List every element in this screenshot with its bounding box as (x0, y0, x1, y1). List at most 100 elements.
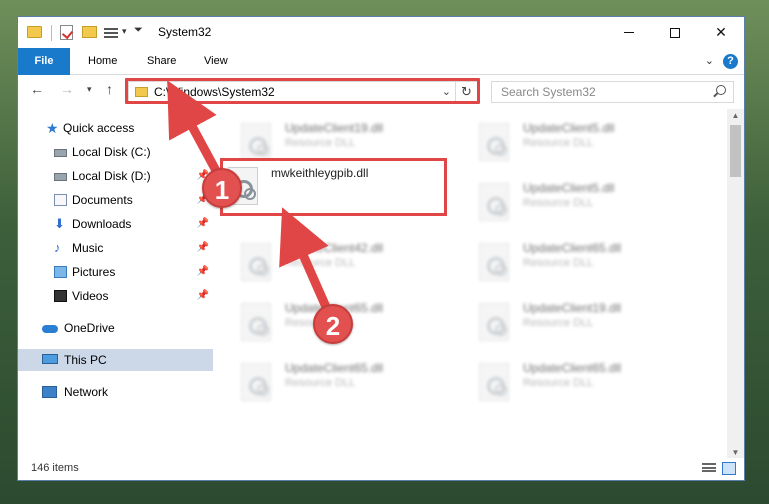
file-item[interactable]: UpdateClient5.dll Resource DLL (471, 117, 701, 169)
dll-file-icon (241, 123, 271, 161)
close-icon: ✕ (715, 24, 727, 40)
dll-file-icon (479, 183, 509, 221)
address-highlight-box (125, 78, 480, 104)
file-item[interactable]: UpdateClient65.dll Resource DLL (233, 357, 463, 409)
window-title: System32 (158, 25, 212, 39)
pin-icon[interactable]: 📌 (197, 237, 209, 259)
sidebar-item-label: Videos (72, 289, 109, 303)
file-name: mwkeithleygpib.dll (271, 166, 369, 180)
file-type: Resource DLL (523, 257, 594, 269)
file-name: UpdateClient65.dll (523, 361, 622, 375)
chevron-down-icon[interactable]: ▾ (122, 26, 127, 44)
file-name: UpdateClient5.dll (523, 181, 615, 195)
tab-view[interactable]: View (204, 48, 228, 75)
tab-file[interactable]: File (18, 48, 70, 75)
list-icon[interactable] (104, 26, 120, 38)
sidebar-item-network[interactable]: Network (18, 381, 213, 403)
file-type: Resource DLL (285, 257, 356, 269)
file-explorer-window: ▾ ⏷ System32 ✕ File Home Share View ⌄ ? … (17, 16, 745, 481)
scroll-down-icon[interactable]: ▼ (727, 448, 744, 457)
sidebar-item-label: This PC (64, 353, 107, 367)
vertical-scrollbar[interactable]: ▲ ▼ (727, 109, 744, 459)
maximize-button[interactable] (652, 17, 698, 48)
sidebar-item-label: Network (64, 385, 109, 399)
back-arrow-icon[interactable]: ← (30, 81, 44, 97)
sidebar-item-local-disk-d[interactable]: Local Disk (D:) 📌 (18, 165, 213, 187)
scroll-up-icon[interactable]: ▲ (727, 111, 744, 120)
search-placeholder: Search System32 (501, 85, 596, 99)
sidebar-item-documents[interactable]: Documents 📌 (18, 189, 213, 211)
file-type: Resource DLL (523, 377, 594, 389)
dll-file-icon (479, 123, 509, 161)
file-type: Resource DLL (523, 197, 594, 209)
sidebar-item-local-disk-c[interactable]: Local Disk (C:) (18, 141, 213, 163)
large-icons-view-icon[interactable] (722, 462, 736, 475)
sidebar-item-quick-access[interactable]: ★ Quick access (18, 117, 213, 139)
dll-file-icon (241, 363, 271, 401)
step-badge-1: 1 (202, 168, 242, 208)
tab-share[interactable]: Share (147, 48, 176, 75)
sidebar-item-onedrive[interactable]: OneDrive (18, 317, 213, 339)
expand-ribbon-icon[interactable]: ⌄ (705, 54, 714, 67)
file-type: Resource DLL (523, 317, 594, 329)
pin-icon[interactable]: 📌 (197, 261, 209, 283)
help-icon[interactable]: ? (723, 54, 738, 69)
sidebar-item-label: Music (72, 241, 104, 255)
file-name: UpdateClient65.dll (523, 241, 622, 255)
file-name: UpdateClient42.dll (285, 241, 384, 255)
recent-locations-icon[interactable]: ▾ (87, 84, 92, 95)
cloud-icon (42, 325, 58, 333)
title-bar: ▾ ⏷ System32 ✕ (18, 17, 744, 48)
file-name: UpdateClient5.dll (523, 121, 615, 135)
address-row: ← → ▾ ↑ C:\Windows\System32 ⌄ ↻ Search S… (18, 75, 744, 107)
toolbar-divider (51, 25, 52, 41)
sidebar-item-label: Local Disk (C:) (72, 145, 151, 159)
pictures-icon (54, 266, 67, 278)
maximize-icon (670, 27, 680, 38)
file-type: Resource DLL (523, 137, 594, 149)
minimize-button[interactable] (606, 17, 652, 48)
documents-icon (54, 194, 67, 206)
folder-icon[interactable] (27, 26, 42, 38)
sidebar-item-label: Downloads (72, 217, 132, 231)
close-button[interactable]: ✕ (698, 17, 744, 48)
ribbon: File Home Share View ⌄ ? (18, 48, 744, 75)
dll-file-icon (241, 243, 271, 281)
sidebar-item-downloads[interactable]: ⬇ Downloads 📌 (18, 213, 213, 235)
music-icon: ♪ (54, 240, 61, 255)
videos-icon (54, 290, 67, 302)
new-folder-icon[interactable] (82, 26, 97, 38)
file-type: Resource DLL (285, 377, 356, 389)
sidebar-item-music[interactable]: ♪ Music 📌 (18, 237, 213, 259)
dll-file-icon (241, 303, 271, 341)
sidebar-item-pictures[interactable]: Pictures 📌 (18, 261, 213, 283)
dll-file-icon (479, 363, 509, 401)
file-item[interactable]: UpdateClient65.dll Resource DLL (471, 357, 701, 409)
dll-file-icon (479, 303, 509, 341)
file-item[interactable]: UpdateClient5.dll Resource DLL (471, 177, 701, 229)
file-name: UpdateClient19.dll (523, 301, 622, 315)
file-item[interactable]: UpdateClient42.dll Resource DLL (233, 237, 463, 289)
dll-file-icon (479, 243, 509, 281)
star-icon: ★ (46, 120, 59, 136)
properties-check-icon[interactable] (60, 25, 73, 40)
up-arrow-icon[interactable]: ↑ (106, 81, 113, 97)
details-view-icon[interactable] (702, 463, 716, 474)
file-type: Resource DLL (285, 137, 356, 149)
disk-icon (54, 173, 67, 181)
search-input[interactable]: Search System32 (491, 81, 734, 103)
sidebar-item-label: Documents (72, 193, 133, 207)
scrollbar-thumb[interactable] (730, 125, 741, 177)
sidebar-item-this-pc[interactable]: This PC (18, 349, 213, 371)
highlighted-file-item[interactable]: mwkeithleygpib.dll (220, 158, 447, 216)
disk-icon (54, 149, 67, 157)
customize-toolbar-icon[interactable]: ⏷ (134, 24, 143, 42)
minimize-icon (624, 32, 634, 33)
tab-home[interactable]: Home (88, 48, 117, 75)
forward-arrow-icon[interactable]: → (60, 81, 74, 97)
file-item[interactable]: UpdateClient19.dll Resource DLL (471, 297, 701, 349)
file-item[interactable]: UpdateClient65.dll Resource DLL (471, 237, 701, 289)
sidebar-item-videos[interactable]: Videos 📌 (18, 285, 213, 307)
pin-icon[interactable]: 📌 (197, 285, 209, 307)
pin-icon[interactable]: 📌 (197, 213, 209, 235)
